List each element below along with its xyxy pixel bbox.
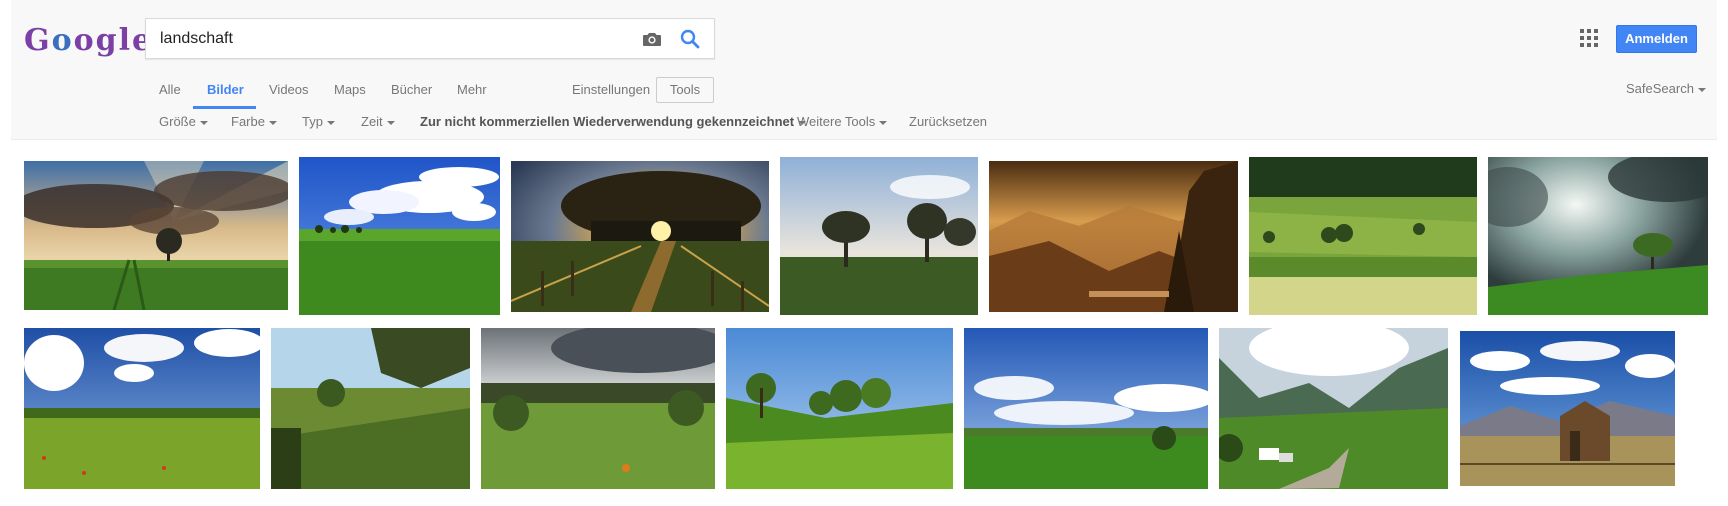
filter-zeit[interactable]: Zeit <box>361 114 395 129</box>
image-result[interactable] <box>1219 328 1448 489</box>
settings-link[interactable]: Einstellungen <box>572 82 650 97</box>
filter-usage-rights[interactable]: Zur nicht kommerziellen Wiederverwendung… <box>420 114 807 129</box>
logo-letter: l <box>118 23 131 58</box>
chevron-down-icon <box>268 120 277 125</box>
image-result[interactable] <box>511 161 769 312</box>
image-result[interactable] <box>481 328 715 489</box>
search-input[interactable] <box>160 27 640 51</box>
tools-button[interactable]: Tools <box>656 77 714 103</box>
image-result[interactable] <box>24 328 260 489</box>
image-result[interactable] <box>271 328 470 489</box>
tab-bilder[interactable]: Bilder <box>207 82 244 97</box>
filter-label: Zeit <box>361 114 383 129</box>
tab-maps[interactable]: Maps <box>334 82 366 97</box>
image-result[interactable] <box>299 157 500 315</box>
filter-label: Zur nicht kommerziellen Wiederverwendung… <box>420 114 795 129</box>
chevron-down-icon <box>326 120 335 125</box>
image-result[interactable] <box>1488 157 1708 315</box>
tab-videos[interactable]: Videos <box>269 82 309 97</box>
active-tab-indicator <box>193 106 256 109</box>
image-result[interactable] <box>1460 331 1675 486</box>
image-result[interactable] <box>726 328 953 489</box>
logo-letter: o <box>51 23 72 58</box>
image-result[interactable] <box>24 161 288 310</box>
camera-icon[interactable] <box>640 27 664 51</box>
image-result[interactable] <box>1249 157 1477 315</box>
google-logo[interactable]: G o o g l e <box>24 20 151 62</box>
tab-alle[interactable]: Alle <box>159 82 181 97</box>
chevron-down-icon <box>1697 87 1706 92</box>
apps-grid-icon[interactable] <box>1580 29 1598 47</box>
filter-label: Typ <box>302 114 323 129</box>
chevron-down-icon <box>386 120 395 125</box>
chevron-down-icon <box>879 120 888 125</box>
filter-farbe[interactable]: Farbe <box>231 114 277 129</box>
search-box <box>145 18 715 59</box>
signin-button[interactable]: Anmelden <box>1616 25 1697 53</box>
tab-mehr[interactable]: Mehr <box>457 82 487 97</box>
filter-label: Weitere Tools <box>797 114 876 129</box>
logo-letter: g <box>95 23 117 58</box>
safesearch-label: SafeSearch <box>1626 81 1694 96</box>
safesearch-dropdown[interactable]: SafeSearch <box>1626 81 1706 96</box>
chevron-down-icon <box>199 120 208 125</box>
filter-groesse[interactable]: Größe <box>159 114 208 129</box>
logo-letter: G <box>24 23 50 58</box>
image-result[interactable] <box>989 161 1238 312</box>
filter-typ[interactable]: Typ <box>302 114 335 129</box>
image-result[interactable] <box>780 157 978 315</box>
filter-label: Größe <box>159 114 196 129</box>
filter-label: Farbe <box>231 114 265 129</box>
reset-filters-link[interactable]: Zurücksetzen <box>909 114 987 129</box>
search-icon[interactable] <box>678 27 702 51</box>
tab-buecher[interactable]: Bücher <box>391 82 432 97</box>
logo-letter: o <box>73 23 94 58</box>
filter-weitere-tools[interactable]: Weitere Tools <box>797 114 888 129</box>
image-result[interactable] <box>964 328 1208 489</box>
